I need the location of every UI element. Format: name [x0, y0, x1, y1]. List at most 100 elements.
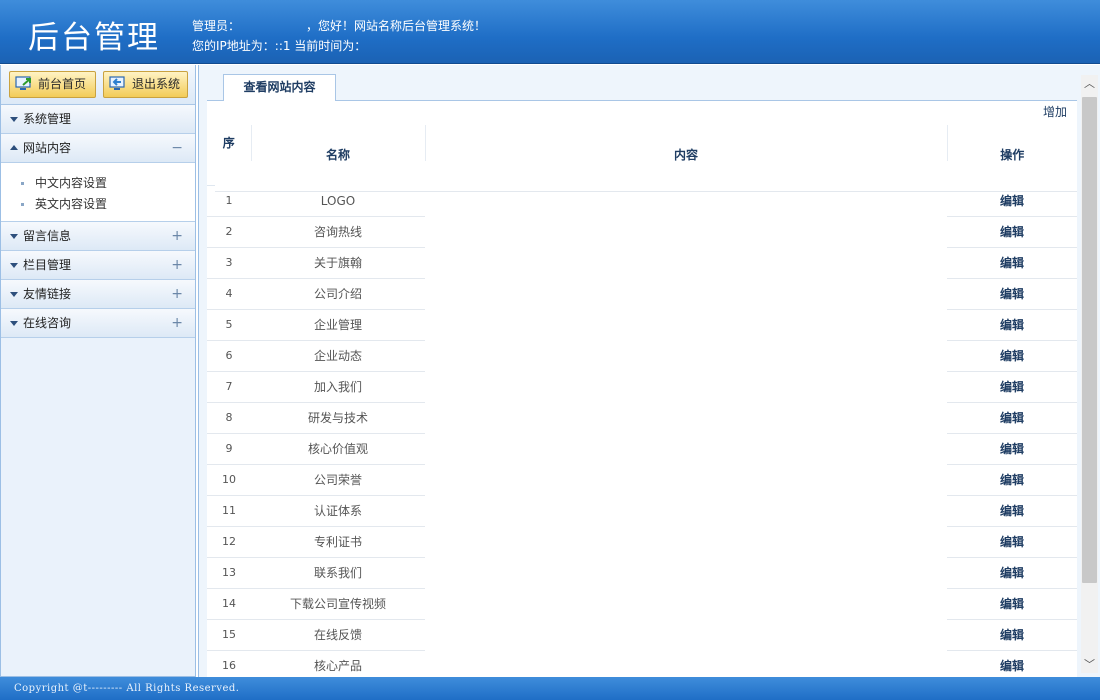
row-name: 核心产品	[251, 650, 425, 677]
row-name: 企业动态	[251, 340, 425, 372]
menu-group-system[interactable]: 系统管理	[1, 105, 195, 134]
row-name: 加入我们	[251, 371, 425, 403]
edit-link[interactable]: 编辑	[947, 402, 1077, 434]
plus-icon[interactable]: +	[171, 309, 183, 338]
admin-label: 管理员：	[192, 19, 241, 33]
row-name: 企业管理	[251, 309, 425, 341]
row-name: 公司介绍	[251, 278, 425, 310]
row-name: 下载公司宣传视频	[251, 588, 425, 620]
row-name: 研发与技术	[251, 402, 425, 434]
row-seq: 3	[207, 247, 251, 279]
menu-group-friend-links[interactable]: 友情链接 +	[1, 280, 195, 309]
table-row: 4公司介绍愿景使命旗翰..编辑	[207, 161, 1077, 310]
tab-view-site-content[interactable]: 查看网站内容	[223, 74, 336, 101]
row-name: 关于旗翰	[251, 247, 425, 279]
row-seq: 14	[207, 588, 251, 620]
row-name: 公司荣誉	[251, 464, 425, 496]
edit-link[interactable]: 编辑	[947, 557, 1077, 589]
table-row: 7加入我们旗翰企业价值是我们开展们开作、开放放进取、..编辑	[207, 161, 1077, 403]
app-title: 后台管理	[28, 20, 160, 56]
ip-time-line: 您的IP地址为：::1 当前时间为：	[192, 39, 367, 53]
scroll-down-icon[interactable]: ﹀	[1081, 656, 1098, 673]
plus-icon[interactable]: +	[171, 222, 183, 251]
edit-link[interactable]: 编辑	[947, 495, 1077, 527]
row-name: 核心价值观	[251, 433, 425, 465]
table-row: 3关于旗翰关于旗翰旗翰是领先的网络视频、模拟摄..编辑	[207, 161, 1077, 279]
row-name: 认证体系	[251, 495, 425, 527]
menu-group-site-content[interactable]: 网站内容 −	[1, 134, 195, 163]
edit-link[interactable]: 编辑	[947, 526, 1077, 558]
expand-arrow-icon	[10, 145, 18, 150]
table-row: 9核心价值观成就客户、艰苦奋斗、团队合作、开放进取、..编辑	[207, 161, 1077, 465]
footer-copyright: Copyright @t--------- All Rights Reserve…	[0, 677, 1100, 700]
row-seq: 11	[207, 495, 251, 527]
table-row: 14下载公司宣传视频下载公司宣传视频 ..编辑	[207, 161, 1077, 620]
row-seq: 10	[207, 464, 251, 496]
menu-group-messages[interactable]: 留言信息 +	[1, 222, 195, 251]
content-area: 增加 序号 名称 内容 操作 1LOGO编辑2咨询热线编辑3关于旗翰关于旗翰旗翰…	[207, 101, 1077, 677]
row-seq: 7	[207, 371, 251, 403]
monitor-exit-icon	[109, 76, 125, 90]
row-name: 专利证书	[251, 526, 425, 558]
minus-icon[interactable]: −	[171, 134, 183, 163]
row-seq: 15	[207, 619, 251, 651]
row-seq: 9	[207, 433, 251, 465]
menu-group-columns[interactable]: 栏目管理 +	[1, 251, 195, 280]
row-content	[215, 161, 1077, 192]
menu-group-label: 留言信息	[23, 229, 72, 243]
table-row: 10 公司荣誉 编辑	[207, 161, 1077, 496]
submenu-item-english-content[interactable]: 英文内容设置	[1, 194, 195, 215]
plus-icon[interactable]: +	[171, 280, 183, 309]
row-seq: 2	[207, 216, 251, 248]
edit-link[interactable]: 编辑	[947, 588, 1077, 620]
table-row: 8研发与技术为了更好地满足客户需求，我们坚持开放合作..编辑	[207, 161, 1077, 434]
scroll-up-icon[interactable]: ︿	[1081, 75, 1098, 92]
table-row: 6企业动态公司资讯旗翰..编辑	[207, 161, 1077, 372]
table-row: 5企业管理公司战略基于..编辑	[207, 161, 1077, 341]
greeting-text: ，您好！网站名称后台管理系统！	[306, 19, 487, 33]
collapse-arrow-icon	[10, 234, 18, 239]
add-link[interactable]: 增加	[1043, 103, 1067, 120]
tab-bar: 查看网站内容	[207, 71, 1077, 101]
submenu-item-chinese-content[interactable]: 中文内容设置	[1, 173, 195, 194]
collapse-arrow-icon	[10, 263, 18, 268]
edit-link[interactable]: 编辑	[947, 619, 1077, 651]
edit-link[interactable]: 编辑	[947, 650, 1077, 677]
row-seq: 4	[207, 278, 251, 310]
menu-group-label: 在线咨询	[23, 316, 72, 330]
table-row: 12 专利证书 编辑	[207, 161, 1077, 558]
main-panel: 查看网站内容 增加 序号 名称 内容 操作 1LOGO编辑2咨询热线编辑3关于旗…	[198, 65, 1100, 677]
row-seq: 12	[207, 526, 251, 558]
sidebar-toolbar: 前台首页 退出系统	[1, 65, 195, 105]
sidebar: 前台首页 退出系统 系统管理 网站内容 − 中文内容设置 英文内容设置 留言信息…	[0, 65, 196, 677]
header-info: 管理员： ，您好！网站名称后台管理系统！ 您的IP地址为：::1 当前时间为：	[192, 16, 486, 56]
row-seq: 6	[207, 340, 251, 372]
logout-button[interactable]: 退出系统	[103, 71, 188, 98]
plus-icon[interactable]: +	[171, 251, 183, 280]
edit-link[interactable]: 编辑	[947, 247, 1077, 279]
row-name: 咨询热线	[251, 216, 425, 248]
row-seq: 13	[207, 557, 251, 589]
monitor-arrow-icon	[15, 76, 31, 90]
edit-link[interactable]: 编辑	[947, 278, 1077, 310]
menu-group-label: 网站内容	[23, 141, 72, 155]
vertical-scrollbar[interactable]: ︿ ﹀	[1081, 75, 1098, 673]
content-table: 序号 名称 内容 操作 1LOGO编辑2咨询热线编辑3关于旗翰关于旗翰旗翰是领先…	[207, 125, 1077, 677]
edit-link[interactable]: 编辑	[947, 340, 1077, 372]
edit-link[interactable]: 编辑	[947, 371, 1077, 403]
row-seq: 16	[207, 650, 251, 677]
menu-group-online-consult[interactable]: 在线咨询 +	[1, 309, 195, 338]
edit-link[interactable]: 编辑	[947, 433, 1077, 465]
table-row: 16 核心产品 编辑	[207, 161, 1077, 677]
row-name: 在线反馈	[251, 619, 425, 651]
edit-link[interactable]: 编辑	[947, 464, 1077, 496]
frontend-home-button[interactable]: 前台首页	[9, 71, 96, 98]
menu-group-label: 友情链接	[23, 287, 72, 301]
collapse-arrow-icon	[10, 117, 18, 122]
scrollbar-thumb[interactable]	[1082, 97, 1097, 583]
table-row: 15 在线反馈 编辑	[207, 161, 1077, 651]
edit-link[interactable]: 编辑	[947, 309, 1077, 341]
submenu-site-content: 中文内容设置 英文内容设置	[1, 163, 195, 222]
frontend-home-label: 前台首页	[38, 77, 87, 91]
edit-link[interactable]: 编辑	[947, 216, 1077, 248]
